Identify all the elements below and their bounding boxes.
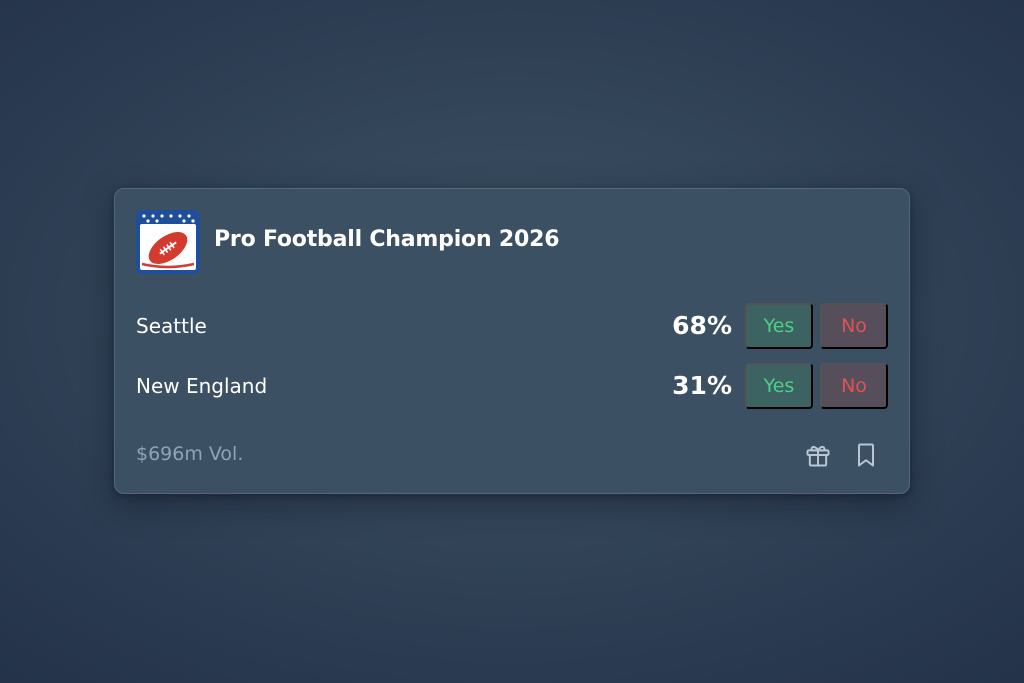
market-card[interactable]: Pro Football Champion 2026 Seattle 68% Y… xyxy=(114,188,910,494)
outcome-probability: 68% xyxy=(672,311,732,340)
buy-no-button[interactable]: No xyxy=(820,303,888,349)
volume-label: $696m Vol. xyxy=(136,443,244,465)
outcome-probability: 31% xyxy=(672,371,732,400)
outcome-row: New England 31% Yes No xyxy=(136,363,888,409)
football-shield-icon xyxy=(136,210,200,274)
market-title[interactable]: Pro Football Champion 2026 xyxy=(214,227,559,252)
outcome-row: Seattle 68% Yes No xyxy=(136,303,888,349)
buy-no-button[interactable]: No xyxy=(820,363,888,409)
buy-yes-button[interactable]: Yes xyxy=(745,363,813,409)
buy-yes-button[interactable]: Yes xyxy=(745,303,813,349)
outcome-team-name: Seattle xyxy=(136,314,207,338)
bookmark-icon[interactable] xyxy=(852,441,880,469)
gift-icon[interactable] xyxy=(804,441,832,469)
outcome-team-name: New England xyxy=(136,374,268,398)
